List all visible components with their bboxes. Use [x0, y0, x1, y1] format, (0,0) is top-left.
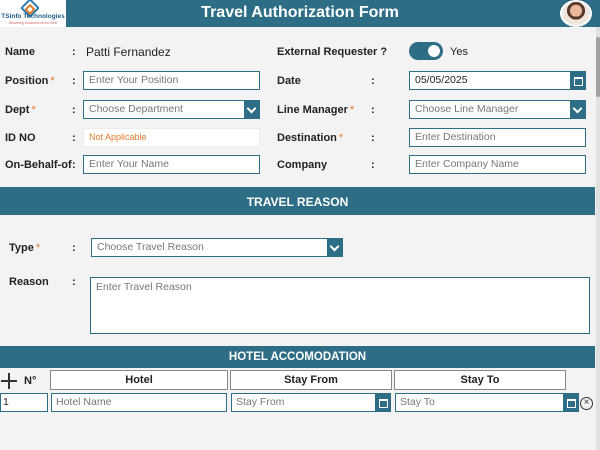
external-requester-value: Yes — [450, 46, 468, 58]
stay-to-placeholder: Stay To — [400, 396, 435, 408]
colon: : — [371, 132, 375, 144]
required-marker: * — [349, 104, 355, 116]
stay-to-picker[interactable]: Stay To — [395, 393, 579, 412]
column-header-stay-from: Stay From — [230, 370, 392, 390]
line-manager-dropdown[interactable]: Choose Line Manager — [409, 100, 586, 119]
position-label: Position * — [5, 75, 55, 87]
company-logo: TSinfo Technologies Delivering Business … — [0, 0, 66, 27]
date-value: 05/05/2025 — [415, 74, 468, 86]
colon: : — [72, 46, 76, 58]
calendar-icon[interactable] — [563, 394, 578, 411]
required-marker: * — [31, 104, 36, 116]
on-behalf-of-input[interactable]: Enter Your Name — [83, 155, 260, 174]
date-label: Date — [277, 75, 301, 87]
stay-from-picker[interactable]: Stay From — [231, 393, 391, 412]
name-label: Name — [5, 46, 35, 58]
chevron-down-icon[interactable] — [244, 101, 259, 118]
plus-icon[interactable] — [1, 373, 17, 389]
reason-textarea[interactable]: Enter Travel Reason — [90, 277, 590, 334]
toggle-knob — [428, 45, 440, 57]
destination-label: Destination * — [277, 132, 344, 144]
column-header-hotel: Hotel — [50, 370, 228, 390]
scrollbar[interactable] — [596, 27, 600, 450]
colon: : — [72, 242, 76, 254]
type-label: Type * — [9, 242, 41, 254]
chevron-down-icon[interactable] — [327, 239, 342, 256]
dept-dropdown[interactable]: Choose Department — [83, 100, 260, 119]
colon: : — [72, 132, 76, 144]
required-marker: * — [338, 132, 344, 144]
travel-reason-header: TRAVEL REASON — [0, 190, 595, 215]
destination-input[interactable]: Enter Destination — [409, 128, 586, 147]
name-value: Patti Fernandez — [86, 45, 171, 59]
close-circle-icon[interactable]: × — [580, 397, 593, 410]
on-behalf-of-label: On-Behalf-of — [5, 159, 72, 171]
id-no-value: Not Applicable — [83, 128, 260, 147]
row-number-input[interactable]: 1 — [0, 393, 48, 412]
reason-label: Reason — [9, 276, 49, 288]
colon: : — [72, 75, 76, 87]
required-marker: * — [35, 242, 41, 254]
colon: : — [371, 104, 375, 116]
company-input[interactable]: Enter Company Name — [409, 155, 586, 174]
line-manager-label: Line Manager * — [277, 104, 355, 116]
calendar-icon[interactable] — [375, 394, 390, 411]
dept-label: Dept * — [5, 104, 36, 116]
id-no-label: ID NO — [5, 132, 36, 144]
colon: : — [72, 159, 76, 171]
travel-reason-dropdown[interactable]: Choose Travel Reason — [91, 238, 343, 257]
column-header-stay-to: Stay To — [394, 370, 566, 390]
external-requester-label: External Requester ? — [277, 46, 388, 58]
hotel-accommodation-header: HOTEL ACCOMODATION — [0, 346, 595, 368]
required-marker: * — [50, 75, 55, 87]
dept-placeholder: Choose Department — [89, 103, 183, 115]
colon: : — [72, 104, 76, 116]
column-header-number: N° — [24, 375, 37, 387]
colon: : — [371, 75, 375, 87]
travel-reason-placeholder: Choose Travel Reason — [97, 241, 204, 253]
user-avatar[interactable] — [560, 0, 592, 27]
line-manager-placeholder: Choose Line Manager — [415, 103, 519, 115]
logo-name: TSinfo Technologies — [1, 13, 65, 20]
date-picker[interactable]: 05/05/2025 — [409, 71, 586, 90]
logo-tagline: Delivering Business at the Best — [8, 21, 58, 25]
header-bar: TSinfo Technologies Delivering Business … — [0, 0, 600, 27]
page-title: Travel Authorization Form — [201, 4, 399, 21]
colon: : — [371, 159, 375, 171]
external-requester-toggle[interactable] — [409, 42, 443, 60]
calendar-icon[interactable] — [570, 72, 585, 89]
scrollbar-thumb[interactable] — [596, 37, 600, 97]
stay-from-placeholder: Stay From — [236, 396, 285, 408]
hotel-name-input[interactable]: Hotel Name — [51, 393, 227, 412]
chevron-down-icon[interactable] — [570, 101, 585, 118]
colon: : — [72, 276, 76, 288]
position-input[interactable]: Enter Your Position — [83, 71, 260, 90]
company-label: Company — [277, 159, 328, 171]
